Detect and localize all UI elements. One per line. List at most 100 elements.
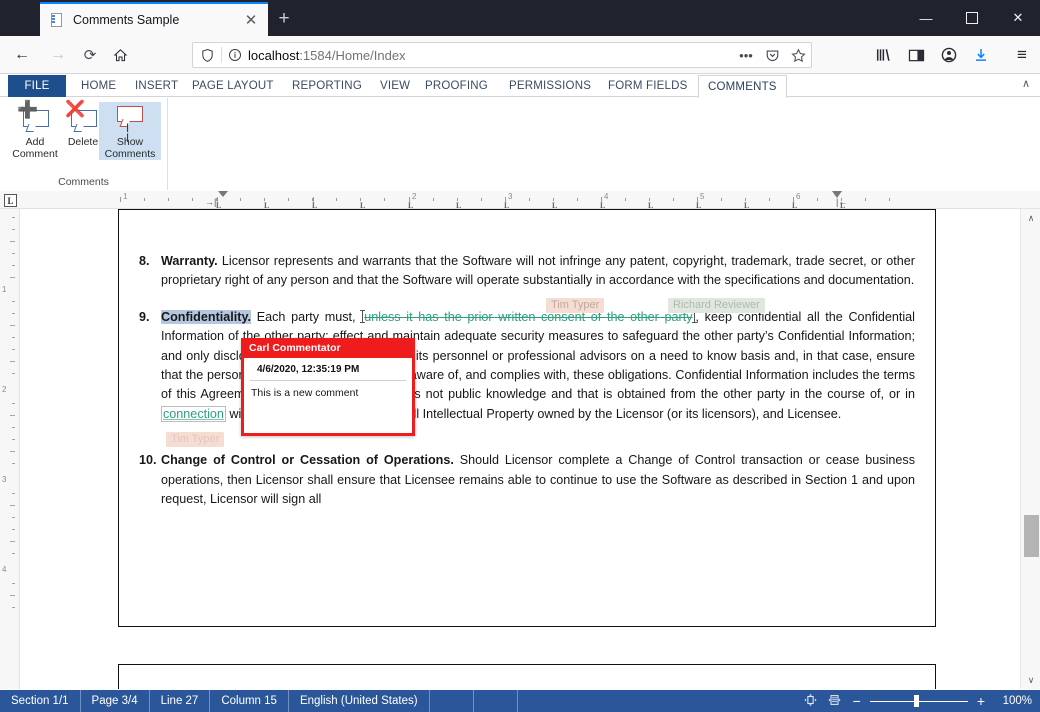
comment-author: Carl Commentator [244, 341, 412, 358]
ruler-number: 1 [2, 285, 7, 294]
vertical-scrollbar[interactable]: ∧ ∨ [1020, 209, 1040, 689]
status-column[interactable]: Column 15 [210, 690, 289, 712]
revision-caret-start-icon [360, 309, 366, 323]
ribbon-tab-permissions[interactable]: PERMISSIONS [500, 75, 600, 97]
ribbon-tab-reporting[interactable]: REPORTING [283, 75, 371, 97]
paragraph-heading-highlighted: Confidentiality. [161, 309, 252, 324]
document-canvas[interactable]: 8. Warranty. Licensor represents and war… [20, 209, 1020, 689]
back-button[interactable]: ← [8, 42, 36, 68]
account-icon[interactable] [937, 44, 961, 66]
ribbon-group-comments: ➕ Add Comment ❌ Delete I I Show Comments [0, 98, 168, 190]
zoom-out-button[interactable]: − [849, 693, 865, 709]
ribbon-tab-insert[interactable]: INSERT [126, 75, 187, 97]
deleted-text-revision: unless it has the prior written consent … [364, 309, 693, 324]
print-layout-view-icon[interactable] [801, 693, 820, 710]
status-language[interactable]: English (United States) [289, 690, 430, 712]
status-spacer-1 [430, 690, 474, 712]
show-comments-label-line2: Comments [104, 148, 156, 160]
ruler-number: 2 [2, 385, 7, 394]
add-comment-button[interactable]: ➕ Add Comment [9, 101, 61, 160]
paragraph-number: 8. [139, 254, 150, 268]
bookmark-star-icon[interactable] [785, 43, 811, 67]
document-page[interactable]: 8. Warranty. Licensor represents and war… [118, 209, 936, 627]
reload-button[interactable]: ⟳ [76, 42, 104, 68]
ruler-number: 2 [412, 192, 417, 201]
first-line-indent-marker[interactable] [218, 191, 228, 197]
paragraph-heading: Change of Control or Cessation of Operat… [161, 453, 454, 468]
url-text[interactable]: localhost:1584/Home/Index [248, 48, 733, 63]
status-line[interactable]: Line 27 [150, 690, 211, 712]
show-comments-icon: I I [112, 102, 148, 144]
scrollbar-thumb[interactable] [1024, 515, 1039, 557]
document-favicon-icon [48, 12, 64, 28]
paragraph-text: Licensor represents and warrants that th… [161, 254, 915, 288]
hanging-indent-marker[interactable]: →| [205, 197, 216, 207]
url-bar[interactable]: localhost:1584/Home/Index ••• [192, 42, 812, 68]
hamburger-menu-icon[interactable]: ≡ [1010, 44, 1034, 66]
right-indent-arrow-icon[interactable]: |← [836, 197, 847, 207]
pocket-icon[interactable] [759, 43, 785, 67]
new-tab-button[interactable]: + [272, 8, 296, 32]
ribbon-tab-form-fields[interactable]: FORM FIELDS [599, 75, 697, 97]
site-information-icon[interactable] [222, 48, 248, 62]
zoom-level-label[interactable]: 100% [994, 695, 1032, 707]
horizontal-ruler[interactable]: L 1 2 3 4 5 6 L L L L L L L L L L L L L … [0, 191, 1040, 210]
library-icon[interactable] [872, 44, 896, 66]
ribbon-tab-proofing[interactable]: PROOFING [416, 75, 497, 97]
url-host: localhost [248, 47, 300, 63]
ribbon-tab-page-layout[interactable]: PAGE LAYOUT [183, 75, 283, 97]
ribbon-tab-comments[interactable]: COMMENTS [698, 75, 787, 98]
browser-titlebar: Comments Sample ✕ + — ✕ [0, 0, 1040, 36]
author-tag-tim-typer-secondary[interactable]: Tim Typer [166, 432, 225, 447]
ribbon-tab-view[interactable]: VIEW [371, 75, 419, 97]
ribbon-tab-strip: FILE HOME INSERT PAGE LAYOUT REPORTING V… [0, 75, 1040, 98]
browser-tab[interactable]: Comments Sample ✕ [40, 2, 268, 36]
zoom-slider-track [869, 700, 968, 702]
zoom-in-button[interactable]: + [973, 693, 989, 709]
vertical-ruler[interactable]: 1 2 3 4 [0, 209, 20, 689]
status-spacer-2 [474, 690, 518, 712]
inserted-text-revision: connection [161, 405, 226, 422]
author-tag-tim-typer[interactable]: Tim Typer [546, 298, 605, 313]
paragraph-10[interactable]: 10. Change of Control or Cessation of Op… [119, 451, 935, 509]
status-page[interactable]: Page 3/4 [81, 690, 150, 712]
status-bar: Section 1/1 Page 3/4 Line 27 Column 15 E… [0, 690, 1040, 712]
paragraph-8[interactable]: 8. Warranty. Licensor represents and war… [119, 252, 935, 291]
tab-stop-selector[interactable]: L [4, 194, 17, 207]
delete-comment-label: Delete [67, 136, 99, 148]
document-page-next[interactable] [118, 664, 936, 689]
home-icon [113, 48, 127, 61]
zoom-slider-handle[interactable] [913, 695, 919, 707]
home-button[interactable] [106, 42, 134, 68]
forward-button[interactable]: → [44, 42, 72, 68]
web-layout-view-icon[interactable] [825, 693, 844, 710]
page-content[interactable]: 8. Warranty. Licensor represents and war… [119, 210, 935, 626]
comment-body[interactable]: This is a new comment [244, 381, 412, 405]
scroll-down-arrow-icon[interactable]: ∨ [1021, 671, 1040, 689]
comment-popup[interactable]: Carl Commentator 4/6/2020, 12:35:19 PM T… [241, 338, 415, 436]
ruler-number: 3 [2, 475, 7, 484]
sidebar-toggle-icon[interactable] [904, 44, 928, 66]
maximize-icon [966, 12, 978, 24]
show-comments-button[interactable]: I I Show Comments [99, 102, 161, 160]
horizontal-ruler-track[interactable]: 1 2 3 4 5 6 L L L L L L L L L L L L L L [115, 191, 905, 210]
tab-strip: Comments Sample ✕ + [0, 0, 1040, 36]
downloads-icon[interactable] [969, 44, 993, 66]
ribbon-tab-file[interactable]: FILE [8, 75, 66, 97]
scroll-up-arrow-icon[interactable]: ∧ [1021, 209, 1040, 227]
ribbon-tab-home[interactable]: HOME [72, 75, 125, 97]
status-section[interactable]: Section 1/1 [0, 690, 81, 712]
ribbon-collapse-icon[interactable]: ∧ [1022, 77, 1030, 90]
author-tag-richard-reviewer[interactable]: Richard Reviewer [668, 298, 765, 313]
paragraph-number: 10. [139, 453, 157, 468]
delete-comment-icon: ❌ [65, 102, 101, 134]
window-close-button[interactable]: ✕ [995, 0, 1040, 36]
ribbon-body: ➕ Add Comment ❌ Delete I I Show Comments [0, 98, 1040, 190]
window-maximize-button[interactable] [949, 0, 995, 36]
status-bar-right-cluster: − + 100% [801, 690, 1032, 712]
tab-close-icon[interactable]: ✕ [242, 11, 260, 29]
window-minimize-button[interactable]: — [903, 0, 949, 36]
page-actions-icon[interactable]: ••• [733, 43, 759, 67]
tracking-protection-shield-icon[interactable] [193, 48, 221, 63]
zoom-slider[interactable] [869, 694, 968, 708]
